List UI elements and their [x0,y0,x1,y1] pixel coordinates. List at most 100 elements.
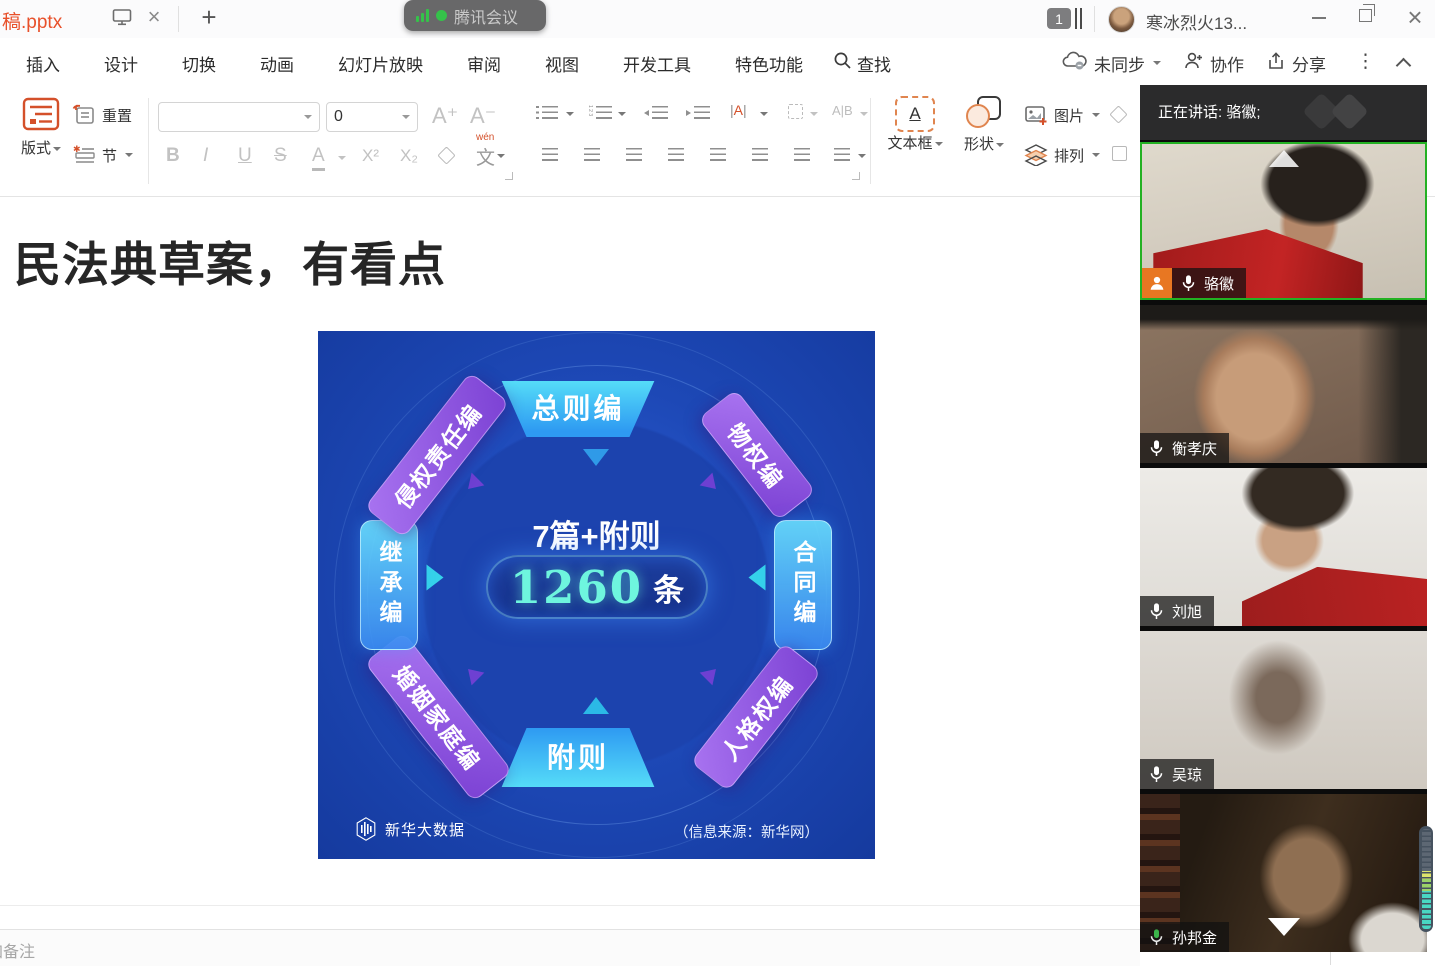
decrease-font-button[interactable]: A⁻ [470,100,496,132]
user-avatar[interactable] [1108,6,1135,33]
layout-button[interactable]: 版式 [12,96,70,158]
share-button[interactable]: 分享 [1266,51,1326,76]
tab-special-features[interactable]: 特色功能 [735,51,803,76]
align-center-icon[interactable] [584,148,600,161]
source-attribution: （信息来源：新华网） [674,821,819,842]
picture-label: 图片 [1054,105,1084,126]
video-tile-participant-3[interactable]: 刘旭 [1140,468,1427,626]
tab-review[interactable]: 审阅 [467,51,501,76]
text-border-icon[interactable] [788,104,803,119]
pinyin-mark: wén [476,132,494,143]
section-icon: ✱ [72,144,96,166]
superscript-button[interactable]: X² [362,140,379,172]
align-right-icon[interactable] [626,148,642,161]
clear-format-icon[interactable] [437,146,455,164]
numbered-list-icon[interactable] [596,106,612,119]
fill-color-icon[interactable] [1109,105,1127,123]
caret-down-icon [860,112,868,116]
window-restore-button[interactable] [1359,9,1372,22]
char-spacing-icon[interactable]: A|B [832,103,853,118]
layout-label: 版式 [21,140,51,157]
tencent-meeting-panel[interactable]: 正在讲话: 骆徽; 骆徽 衡孝庆 [1140,85,1427,950]
more-options-button[interactable]: ⋮ [1356,50,1375,73]
participant-name: 吴琼 [1172,764,1202,785]
find-button[interactable]: 查找 [833,38,891,88]
tab-close-icon[interactable]: × [143,4,165,30]
new-tab-button[interactable]: + [196,2,222,33]
tab-developer[interactable]: 开发工具 [623,51,691,76]
group-expand-corner[interactable] [505,172,513,180]
tab-design[interactable]: 设计 [104,51,138,76]
distribute-icon[interactable] [710,148,726,161]
tab-animation[interactable]: 动画 [260,51,294,76]
slide-title[interactable]: 民法典草案，有看点 [14,226,446,295]
split-view-icon[interactable] [1075,8,1082,29]
line-spacing-up-icon[interactable] [752,148,768,161]
increase-font-button[interactable]: A⁺ [432,100,458,132]
phonetic-guide-button[interactable]: wén 文 [476,140,505,172]
video-tile-participant-4[interactable]: 吴琼 [1140,631,1427,789]
collapse-ribbon-icon[interactable] [1396,58,1412,74]
strikethrough-button[interactable]: S [274,140,287,172]
underline-button[interactable]: U [238,140,252,172]
arrange-button[interactable]: 排列 [1024,144,1100,166]
tab-view[interactable]: 视图 [545,51,579,76]
tencent-meeting-pill[interactable]: 腾讯会议 [404,0,546,31]
mic-icon [1149,439,1164,458]
menu-right-cluster: 未同步 协作 分享 [1062,38,1326,88]
video-tile-participant-1[interactable]: 骆徽 [1140,142,1427,300]
document-tab-title[interactable]: 稿.pptx [2,7,62,34]
video-tile-participant-5[interactable]: 孙邦金 [1140,794,1427,952]
font-color-button[interactable]: A [312,144,325,171]
bold-button[interactable]: B [166,140,180,172]
tab-slideshow[interactable]: 幻灯片放映 [338,51,423,76]
caret-down-icon [53,147,61,151]
justify-icon[interactable] [668,148,684,161]
caret-down-icon [858,154,866,158]
font-size-combobox[interactable]: 0 [326,102,418,132]
section-button[interactable]: ✱ 节 [72,144,133,166]
group-expand-corner[interactable] [852,172,860,180]
signal-bars-icon [416,9,429,22]
outline-color-icon[interactable] [1112,146,1127,161]
window-minimize-button[interactable] [1312,17,1326,19]
font-name-combobox[interactable] [158,102,320,132]
volume-level-bars [1422,829,1431,929]
caret-down-icon [935,142,943,146]
participant-nameplate: 衡孝庆 [1140,433,1229,463]
brand-label: 新华大数据 [385,819,465,840]
participant-nameplate: 刘旭 [1140,596,1214,626]
tab-insert[interactable]: 插入 [26,51,60,76]
tab-transitions[interactable]: 切换 [182,51,216,76]
decrease-indent-icon[interactable] [652,106,668,119]
scroll-down-arrow-icon[interactable] [1268,918,1300,936]
italic-button[interactable]: I [203,140,208,172]
section-label: 节 [102,145,117,166]
mic-icon [1149,602,1164,621]
window-close-button[interactable]: × [1402,2,1428,33]
user-name[interactable]: 寒冰烈火13... [1146,9,1247,34]
subscript-button[interactable]: X₂ [400,140,418,172]
text-direction-icon[interactable]: |A| [730,102,747,118]
line-spacing-down-icon[interactable] [794,148,810,161]
reset-button[interactable]: 重置 [72,104,132,126]
present-monitor-icon[interactable] [112,8,132,31]
video-tile-participant-2[interactable]: 衡孝庆 [1140,305,1427,463]
shapes-button[interactable]: 形状 [958,96,1010,154]
notes-pane[interactable]: 加备注 [0,929,1140,966]
line-spacing-icon[interactable] [834,148,850,161]
scroll-up-arrow-icon[interactable] [1269,150,1299,167]
document-count-badge[interactable]: 1 [1047,8,1071,29]
picture-icon [1024,104,1048,126]
collaborate-button[interactable]: 协作 [1183,51,1244,76]
sync-status-button[interactable]: 未同步 [1062,51,1161,76]
caret-down-icon [125,153,133,157]
bullet-list-icon[interactable] [542,106,558,119]
slide-canvas[interactable]: 民法典草案，有看点 总则编 物权编 合同编 人格权编 附则 婚姻家庭编 继承编 … [0,196,1140,929]
increase-indent-icon[interactable] [694,106,710,119]
align-left-icon[interactable] [542,148,558,161]
participant-name: 骆徽 [1204,273,1234,294]
textbox-button[interactable]: A 文本框 [884,96,946,153]
picture-button[interactable]: 图片 [1024,104,1100,126]
civil-code-infographic[interactable]: 总则编 物权编 合同编 人格权编 附则 婚姻家庭编 继承编 侵权责任编 7篇+附… [318,331,875,859]
